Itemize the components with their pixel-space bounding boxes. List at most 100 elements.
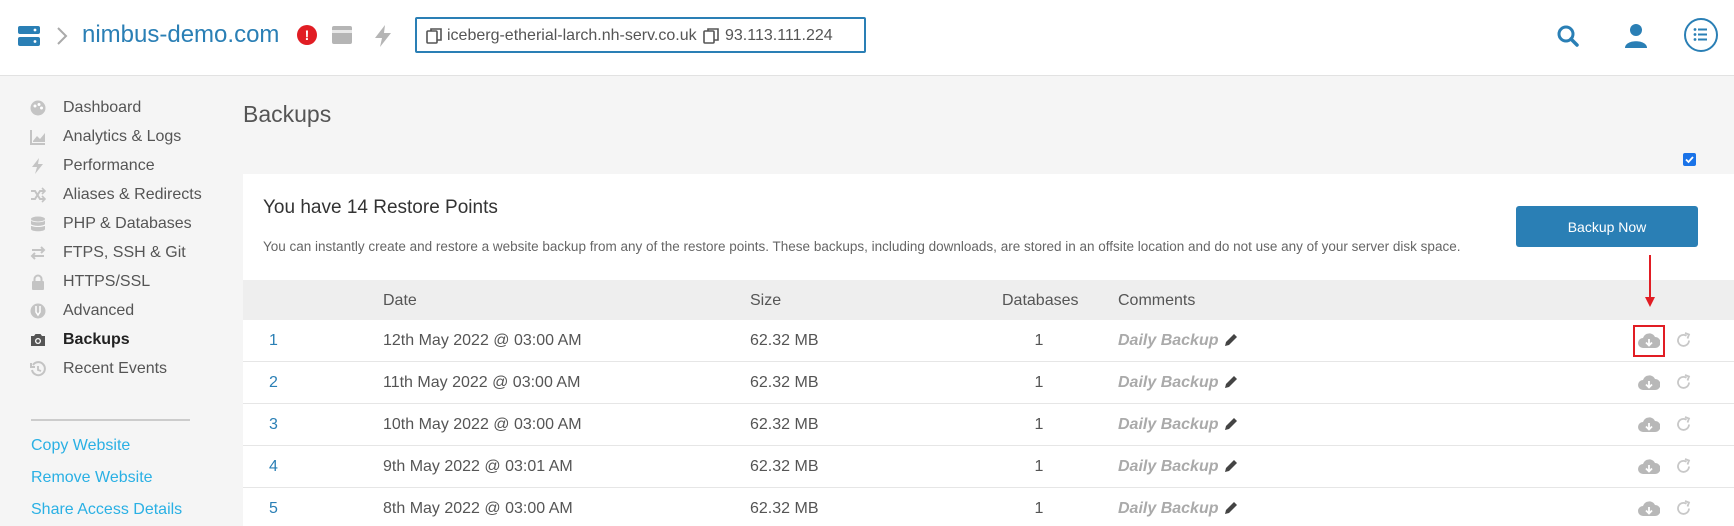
restore-point-number[interactable]: 3 [269, 415, 278, 435]
cloud-download-icon[interactable] [1638, 374, 1660, 392]
sidebar-item-ftps[interactable]: FTPS, SSH & Git [30, 237, 210, 269]
cloud-download-icon[interactable] [1638, 332, 1660, 350]
backup-date: 11th May 2022 @ 03:00 AM [383, 374, 581, 391]
sidebar-item-php-databases[interactable]: PHP & Databases [30, 208, 210, 240]
backup-comment: Daily Backup [1118, 458, 1219, 475]
wrench-icon [30, 303, 46, 319]
backup-date: 9th May 2022 @ 03:01 AM [383, 458, 573, 475]
hostname-text: iceberg-etherial-larch.nh-serv.co.uk [447, 27, 697, 44]
table-row: 3 10th May 2022 @ 03:00 AM 62.32 MB 1 Da… [243, 404, 1734, 446]
backup-size: 62.32 MB [750, 458, 819, 475]
backup-date: 8th May 2022 @ 03:00 AM [383, 500, 573, 517]
history-icon [30, 361, 46, 377]
pencil-icon[interactable] [1223, 500, 1239, 516]
sidebar-item-analytics[interactable]: Analytics & Logs [30, 121, 210, 153]
settings-checkbox[interactable] [1683, 153, 1696, 166]
cloud-download-icon[interactable] [1638, 416, 1660, 434]
sidebar-item-label: Backups [63, 331, 130, 348]
table-row: 1 12th May 2022 @ 03:00 AM 62.32 MB 1 Da… [243, 320, 1734, 362]
annotation-arrow [1645, 255, 1655, 307]
sidebar-item-label: PHP & Databases [63, 215, 192, 232]
sidebar-item-dashboard[interactable]: Dashboard [30, 92, 210, 124]
sidebar-item-label: Aliases & Redirects [63, 186, 202, 203]
user-icon[interactable] [1625, 24, 1647, 48]
copy-icon[interactable] [426, 28, 442, 44]
pencil-icon[interactable] [1223, 374, 1239, 390]
sidebar-item-advanced[interactable]: Advanced [30, 295, 210, 327]
chart-icon [30, 130, 45, 145]
restore-icon[interactable] [1675, 500, 1692, 517]
col-databases-header: Databases [1002, 292, 1079, 309]
server-icon[interactable] [18, 26, 40, 46]
sidebar-item-performance[interactable]: Performance [30, 150, 210, 182]
table-row: 4 9th May 2022 @ 03:01 AM 62.32 MB 1 Dai… [243, 446, 1734, 488]
sidebar-item-https[interactable]: HTTPS/SSL [30, 266, 210, 298]
restore-point-number[interactable]: 2 [269, 373, 278, 393]
restore-icon[interactable] [1675, 416, 1692, 433]
restore-points-title: You have 14 Restore Points [263, 197, 498, 218]
backup-size: 62.32 MB [750, 332, 819, 349]
remove-website-link[interactable]: Remove Website [31, 468, 153, 488]
bolt-icon[interactable] [375, 25, 391, 47]
sidebar-item-label: HTTPS/SSL [63, 273, 151, 290]
sidebar-item-aliases[interactable]: Aliases & Redirects [30, 179, 210, 211]
backup-now-button[interactable]: Backup Now [1516, 206, 1698, 247]
col-comments-header: Comments [1118, 292, 1196, 309]
backup-comment: Daily Backup [1118, 500, 1219, 517]
database-icon [30, 216, 46, 232]
shuffle-icon [31, 187, 46, 203]
backup-comment: Daily Backup [1118, 416, 1219, 433]
restore-point-number[interactable]: 1 [269, 331, 278, 351]
restore-icon[interactable] [1675, 374, 1692, 391]
search-icon[interactable] [1557, 25, 1579, 47]
menu-list-icon[interactable] [1684, 18, 1718, 52]
pencil-icon[interactable] [1223, 332, 1239, 348]
pencil-icon[interactable] [1223, 458, 1239, 474]
restore-point-number[interactable]: 4 [269, 457, 278, 477]
col-date-header: Date [383, 292, 417, 309]
alert-icon[interactable]: ! [297, 25, 317, 45]
backup-date: 10th May 2022 @ 03:00 AM [383, 416, 582, 433]
pencil-icon[interactable] [1223, 416, 1239, 432]
sidebar-item-label: Recent Events [63, 360, 168, 377]
card-icon[interactable] [332, 26, 352, 44]
backup-databases: 1 [1034, 416, 1044, 433]
camera-icon [31, 334, 45, 346]
cloud-download-icon[interactable] [1638, 500, 1660, 518]
backup-date: 12th May 2022 @ 03:00 AM [383, 332, 582, 349]
backup-databases: 1 [1034, 500, 1044, 517]
top-bar: nimbus-demo.com ! iceberg-etherial-larch… [0, 0, 1734, 76]
page-title: Backups [243, 101, 332, 127]
ip-address-text: 93.113.111.224 [725, 27, 833, 44]
backup-comment: Daily Backup [1118, 374, 1219, 391]
restore-icon[interactable] [1675, 332, 1692, 349]
table-header: Date Size Databases Comments [243, 280, 1734, 320]
chevron-right-icon [57, 27, 68, 45]
backup-comment: Daily Backup [1118, 332, 1219, 349]
copy-icon[interactable] [703, 28, 719, 44]
sidebar-divider [31, 419, 190, 421]
lock-icon [32, 274, 44, 290]
sidebar-item-backups[interactable]: Backups [30, 324, 210, 356]
restore-point-number[interactable]: 5 [269, 499, 278, 519]
backup-size: 62.32 MB [750, 416, 819, 433]
sidebar-item-label: Advanced [63, 302, 135, 319]
backups-panel: You have 14 Restore Points You can insta… [243, 174, 1734, 526]
sidebar-item-label: Analytics & Logs [63, 128, 182, 145]
share-access-details-link[interactable]: Share Access Details [31, 500, 182, 520]
restore-points-description: You can instantly create and restore a w… [263, 239, 1461, 254]
restore-icon[interactable] [1675, 458, 1692, 475]
copy-website-link[interactable]: Copy Website [31, 436, 130, 456]
sidebar-item-label: Dashboard [63, 99, 142, 116]
cloud-download-icon[interactable] [1638, 458, 1660, 476]
backup-size: 62.32 MB [750, 374, 819, 391]
sidebar-item-recent-events[interactable]: Recent Events [30, 353, 210, 385]
host-info-box: iceberg-etherial-larch.nh-serv.co.uk 93.… [415, 17, 866, 53]
table-row: 5 8th May 2022 @ 03:00 AM 62.32 MB 1 Dai… [243, 488, 1734, 526]
exchange-icon [30, 246, 46, 260]
table-row: 2 11th May 2022 @ 03:00 AM 62.32 MB 1 Da… [243, 362, 1734, 404]
site-domain[interactable]: nimbus-demo.com [82, 19, 279, 51]
backup-size: 62.32 MB [750, 500, 819, 517]
bolt-icon [32, 158, 43, 174]
palette-icon [30, 100, 46, 116]
